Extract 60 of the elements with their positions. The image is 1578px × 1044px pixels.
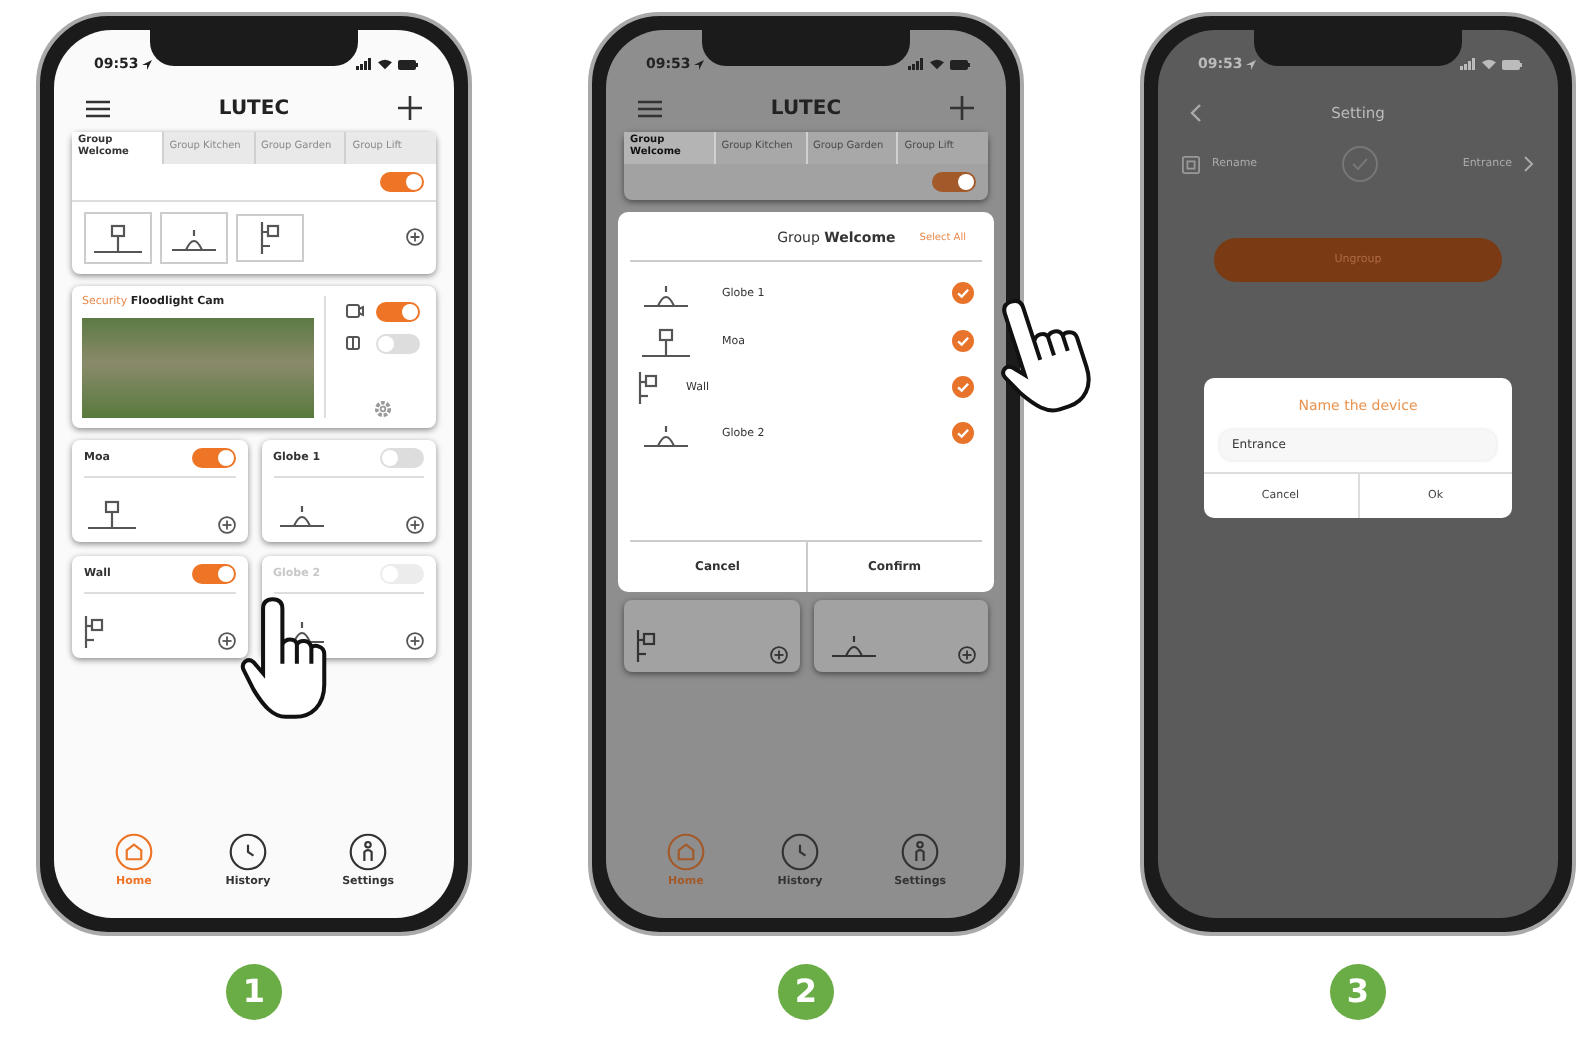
checkbox[interactable]: [952, 330, 974, 352]
wifi-icon: [378, 58, 392, 70]
add-icon[interactable]: [769, 645, 787, 663]
add-icon[interactable]: [406, 515, 424, 533]
toggle-switch[interactable]: [380, 171, 424, 191]
check-circle-icon: [1341, 146, 1378, 182]
device-card[interactable]: [813, 599, 988, 671]
menu-icon[interactable]: [86, 99, 110, 117]
wall-light-icon: [260, 219, 280, 255]
fixture-tile[interactable]: [160, 211, 228, 263]
signal-icon: [356, 58, 372, 70]
toggle-switch[interactable]: [375, 333, 419, 353]
app-title: LUTEC: [218, 97, 290, 119]
device-card[interactable]: [624, 599, 799, 671]
light-icon: [345, 336, 363, 350]
fixture-tile[interactable]: [236, 213, 304, 261]
wifi-icon: [930, 58, 944, 70]
pointing-hand-drawing: [240, 596, 328, 720]
toggle-switch[interactable]: [932, 171, 976, 191]
history-icon: [780, 832, 820, 872]
wall-light-icon: [636, 627, 656, 663]
checkbox[interactable]: [952, 376, 974, 398]
checkbox[interactable]: [952, 422, 974, 444]
add-icon[interactable]: [958, 645, 976, 663]
battery-icon: [950, 59, 970, 69]
battery-icon: [1502, 59, 1522, 69]
signal-icon: [1460, 58, 1476, 70]
toggle-switch[interactable]: [375, 301, 419, 321]
home-icon: [113, 832, 154, 872]
signal-icon: [908, 58, 924, 70]
location-arrow-icon: [694, 59, 705, 69]
wifi-icon: [1482, 58, 1496, 70]
step-number-badge: 2: [778, 964, 834, 1020]
checkbox[interactable]: [952, 282, 974, 304]
add-icon[interactable]: [397, 96, 422, 120]
back-icon[interactable]: [1190, 104, 1202, 122]
rename-icon: [1182, 155, 1200, 173]
toggle-switch[interactable]: [191, 563, 235, 583]
location-arrow-icon: [1246, 59, 1257, 69]
battery-icon: [398, 59, 418, 69]
history-icon: [228, 832, 268, 872]
toggle-switch[interactable]: [380, 447, 424, 467]
app-title: LUTEC: [770, 97, 842, 119]
add-icon[interactable]: [406, 228, 424, 246]
step-number-badge: 1: [226, 964, 282, 1020]
person-icon: [900, 832, 941, 872]
fixture-tile[interactable]: [84, 211, 152, 263]
location-arrow-icon: [142, 59, 153, 69]
camera-icon: [345, 304, 363, 318]
add-icon[interactable]: [217, 631, 235, 649]
home-icon: [665, 832, 706, 872]
person-icon: [348, 832, 389, 872]
toggle-switch[interactable]: [191, 447, 235, 467]
gear-icon[interactable]: [373, 399, 391, 417]
wall-light-icon: [638, 369, 658, 405]
wall-light-icon: [84, 613, 104, 649]
step-number-badge: 3: [1330, 964, 1386, 1020]
chevron-right-icon: [1524, 156, 1534, 172]
add-icon[interactable]: [406, 631, 424, 649]
add-icon[interactable]: [217, 515, 235, 533]
